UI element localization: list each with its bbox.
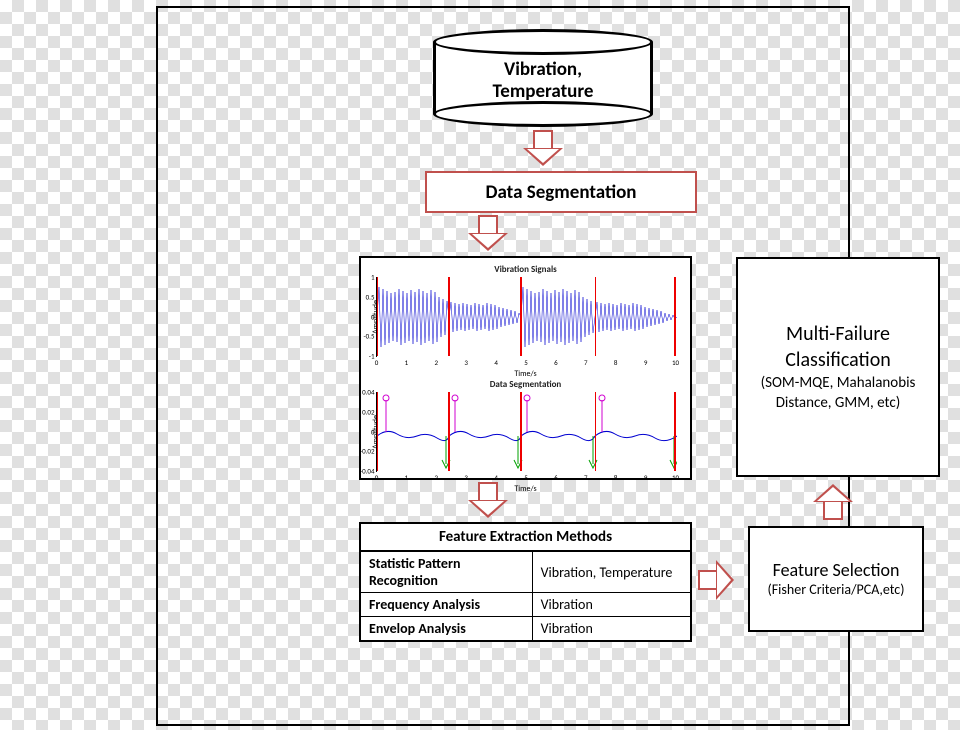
plot2-xlabel: Time/s	[367, 484, 684, 494]
method-cell: Statistic Pattern Recognition	[361, 552, 532, 593]
data-cell: Vibration	[532, 617, 690, 641]
table-header: Feature Extraction Methods	[361, 524, 690, 551]
plot1-xticks: 0 1 2 3 4 5 6 7 8 9 10	[377, 358, 676, 368]
arrow-db-to-seg	[523, 130, 563, 166]
method-cell: Frequency Analysis	[361, 593, 532, 617]
plot1-yticks: 1 0.5 0 -0.5 -1	[355, 277, 375, 356]
data-cell: Vibration	[532, 593, 690, 617]
method-cell: Envelop Analysis	[361, 617, 532, 641]
arrow-seg-to-plot	[468, 215, 508, 251]
classification-box: Multi-Failure Classification (SOM-MQE, M…	[736, 257, 940, 477]
data-cell: Vibration, Temperature	[532, 552, 690, 593]
signal-plot-panel: Vibration Signals Amplitude 1 0.5 0 -0.5…	[359, 256, 692, 480]
data-segmentation-box: Data Segmentation	[425, 171, 697, 213]
data-source-cylinder: Vibration, Temperature	[433, 29, 653, 127]
segmentation-plot: Amplitude 0.04 0.02 0 -0.02 -0.04	[376, 392, 676, 472]
classification-sub: (SOM-MQE, Mahalanobis Distance, GMM, etc…	[744, 373, 932, 413]
plot1-title: Vibration Signals	[367, 264, 684, 275]
feature-extraction-table: Feature Extraction Methods Statistic Pat…	[359, 522, 692, 642]
data-source-label: Vibration, Temperature	[433, 59, 653, 103]
arrow-featsel-to-class	[813, 484, 853, 520]
plot2-title: Data Segmentation	[367, 379, 684, 390]
feature-selection-box: Feature Selection (Fisher Criteria/PCA,e…	[748, 526, 924, 632]
plot1-xlabel: Time/s	[367, 369, 684, 379]
data-source-line2: Temperature	[493, 80, 594, 103]
classification-title: Multi-Failure Classification	[744, 321, 932, 373]
arrow-plot-to-table	[468, 482, 508, 518]
cylinder-top	[433, 29, 653, 55]
plot2-yticks: 0.04 0.02 0 -0.02 -0.04	[355, 392, 375, 471]
diagram-frame: Vibration, Temperature Data Segmentation…	[156, 6, 850, 726]
table-row: Envelop Analysis Vibration	[361, 617, 690, 641]
plot1-svg	[377, 277, 677, 357]
table-row: Statistic Pattern Recognition Vibration,…	[361, 552, 690, 593]
cylinder-bottom	[433, 101, 653, 127]
feature-selection-title: Feature Selection	[756, 559, 916, 581]
data-source-line1: Vibration,	[504, 58, 582, 81]
plot2-xticks: 0 1 2 3 4 5 6 7 8 9 10	[377, 473, 676, 483]
plot2-svg	[377, 392, 677, 472]
feature-selection-sub: (Fisher Criteria/PCA,etc)	[756, 581, 916, 599]
table-row: Frequency Analysis Vibration	[361, 593, 690, 617]
vibration-plot: Amplitude 1 0.5 0 -0.5 -1	[376, 277, 676, 357]
data-segmentation-label: Data Segmentation	[486, 181, 637, 204]
